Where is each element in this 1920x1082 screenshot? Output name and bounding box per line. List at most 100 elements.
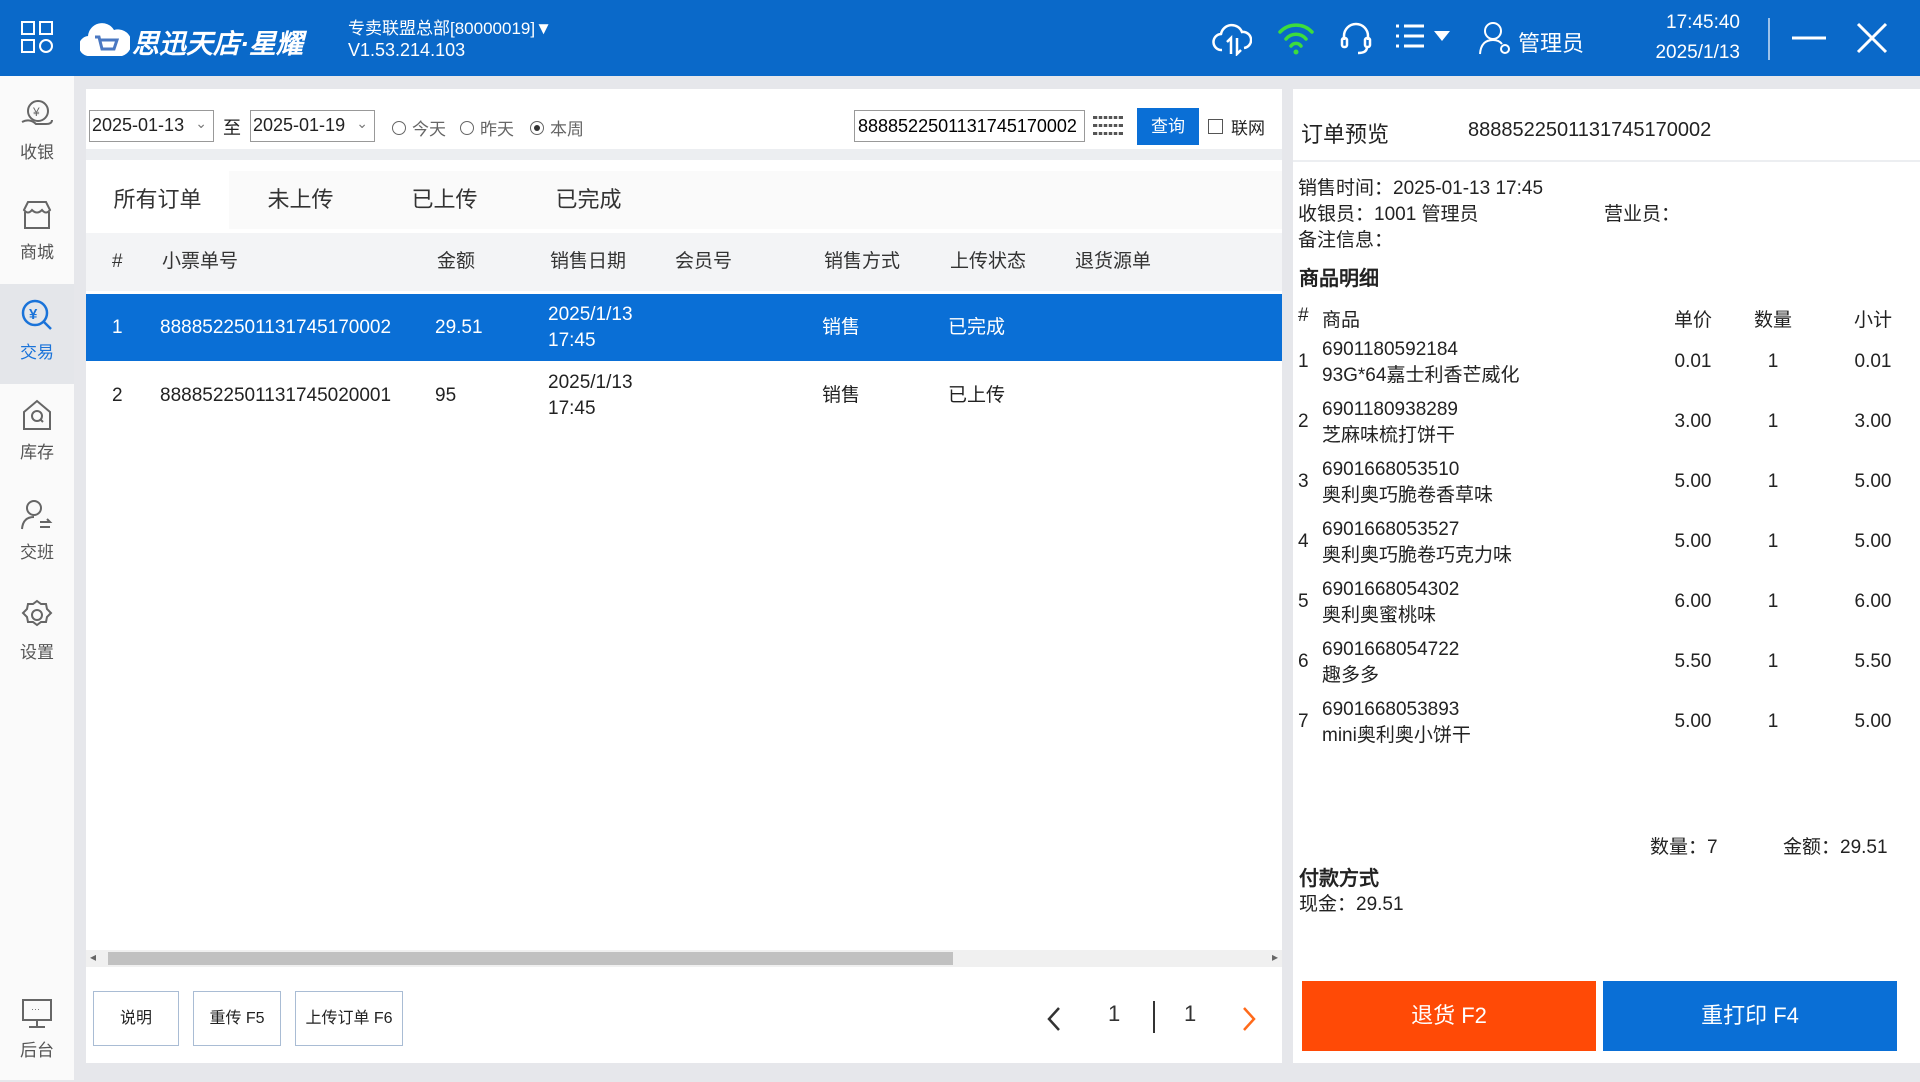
sidebar: ¥ 收银 商城 ¥ 交易 库存 交班 设置 ··· 后台: [0, 76, 74, 1080]
sidebar-item-label: 交班: [20, 543, 54, 562]
next-page-icon[interactable]: [1239, 1005, 1259, 1033]
item-qty: 1: [1767, 591, 1779, 612]
sidebar-item-shop[interactable]: 商城: [0, 184, 74, 284]
item-price: 5.00: [1674, 711, 1712, 732]
tab-all-orders[interactable]: 所有订单: [86, 171, 229, 229]
headset-icon[interactable]: [1338, 20, 1374, 56]
item-info: 6901180592184 93G*64嘉士利香芒威化: [1322, 337, 1519, 389]
reupload-button[interactable]: 重传 F5: [193, 991, 281, 1046]
radio-yesterday[interactable]: 昨天: [460, 115, 514, 140]
table-row[interactable]: 2 8888522501131745020001 95 2025/1/13 17:…: [86, 362, 1282, 429]
scroll-left-icon[interactable]: ◂: [90, 950, 96, 964]
item-name: 奥利奥巧脆卷巧克力味: [1322, 545, 1513, 566]
item-barcode: 6901180938289: [1322, 399, 1458, 420]
shop-icon: [22, 201, 52, 229]
tab-uploaded[interactable]: 已上传: [373, 171, 516, 229]
radio-today[interactable]: 今天: [392, 115, 446, 140]
item-qty: 1: [1767, 711, 1779, 732]
preview-order-number: 8888522501131745170002: [1468, 119, 1712, 141]
total-pages: 1: [1184, 1001, 1197, 1026]
amount: 95: [435, 385, 457, 406]
radio-label: 昨天: [480, 120, 514, 139]
reprint-button[interactable]: 重打印 F4: [1603, 981, 1897, 1051]
table-header: # 小票单号 金额 销售日期 会员号 销售方式 上传状态 退货源单: [86, 233, 1282, 291]
notes: 备注信息：: [1298, 230, 1394, 251]
item-subtotal: 3.00: [1854, 411, 1892, 432]
column-header: 单价: [1673, 310, 1712, 331]
ticket-search-input[interactable]: [854, 110, 1085, 142]
menu-dropdown-icon[interactable]: [1394, 22, 1456, 52]
query-button[interactable]: 查询: [1137, 108, 1199, 145]
user-name[interactable]: 管理员: [1518, 26, 1584, 58]
item-info: 6901668054302 奥利奥蜜桃味: [1322, 577, 1459, 629]
item-price: 0.01: [1674, 351, 1712, 372]
filter-bar: 2025-01-13 ⌄ 至 2025-01-19 ⌄ 今天 昨天 本周 查询 联网: [86, 89, 1282, 160]
ticket-number: 8888522501131745170002: [160, 317, 392, 338]
item-name: mini奥利奥小饼干: [1322, 725, 1471, 746]
date: 2025/1/13: [548, 372, 633, 393]
sidebar-item-inventory[interactable]: 库存: [0, 384, 74, 484]
keyboard-icon[interactable]: [1091, 113, 1125, 139]
column-header[interactable]: 销售方式: [824, 233, 900, 291]
radio-this-week[interactable]: 本周: [530, 115, 584, 140]
radio-label: 今天: [412, 120, 446, 139]
tab-completed[interactable]: 已完成: [517, 171, 660, 229]
payment-title: 付款方式: [1299, 868, 1379, 890]
radio-label: 本周: [550, 120, 584, 139]
order-tabs: 所有订单 未上传 已上传 已完成: [86, 171, 1282, 229]
product-row: 5 6901668054302 奥利奥蜜桃味 6.00 1 6.00: [1293, 573, 1920, 633]
apps-grid-icon[interactable]: [20, 20, 54, 54]
sidebar-item-cashier[interactable]: ¥ 收银: [0, 84, 74, 184]
item-info: 6901668053893 mini奥利奥小饼干: [1322, 697, 1471, 749]
cloud-sync-icon[interactable]: [1212, 20, 1252, 56]
column-header[interactable]: 小票单号: [162, 233, 238, 291]
sidebar-item-transaction[interactable]: ¥ 交易: [0, 284, 74, 384]
horizontal-scrollbar[interactable]: ◂ ▸: [86, 950, 1282, 967]
column-header[interactable]: 销售日期: [550, 233, 626, 291]
sidebar-item-label: 设置: [20, 643, 54, 662]
amount: 29.51: [435, 317, 483, 338]
return-button[interactable]: 退货 F2: [1302, 981, 1596, 1051]
product-row: 3 6901668053510 奥利奥巧脆卷香草味 5.00 1 5.00: [1293, 453, 1920, 513]
product-row: 2 6901180938289 芝麻味梳打饼干 3.00 1 3.00: [1293, 393, 1920, 453]
table-row[interactable]: 1 8888522501131745170002 29.51 2025/1/13…: [86, 294, 1282, 361]
column-header[interactable]: 退货源单: [1075, 233, 1151, 291]
to-label: 至: [223, 118, 241, 138]
user-admin-icon[interactable]: [1478, 20, 1514, 56]
store-selector[interactable]: 专卖联盟总部[80000019]▼: [348, 14, 552, 39]
item-name: 奥利奥巧脆卷香草味: [1322, 485, 1494, 506]
sidebar-item-label: 交易: [20, 343, 54, 362]
item-subtotal: 5.00: [1854, 471, 1892, 492]
sidebar-item-shift[interactable]: 交班: [0, 484, 74, 584]
tab-not-uploaded[interactable]: 未上传: [229, 171, 372, 229]
item-subtotal: 5.50: [1854, 651, 1892, 672]
upload-order-button[interactable]: 上传订单 F6: [295, 991, 403, 1046]
minimize-icon[interactable]: [1792, 26, 1826, 50]
cashier: 收银员：1001 管理员: [1298, 204, 1479, 225]
title-bar: 思迅天店·星耀 专卖联盟总部[80000019]▼ V1.53.214.103 …: [0, 0, 1920, 76]
transaction-icon: ¥: [21, 299, 52, 330]
end-date-picker[interactable]: 2025-01-19 ⌄: [250, 110, 375, 142]
help-button[interactable]: 说明: [93, 991, 179, 1046]
product-row: 6 6901668054722 趣多多 5.50 1 5.50: [1293, 633, 1920, 693]
item-subtotal: 6.00: [1854, 591, 1892, 612]
scroll-right-icon[interactable]: ▸: [1272, 950, 1278, 964]
item-qty: 1: [1767, 531, 1779, 552]
close-icon[interactable]: [1856, 22, 1888, 54]
item-info: 6901668053527 奥利奥巧脆卷巧克力味: [1322, 517, 1512, 569]
column-header[interactable]: 会员号: [675, 233, 732, 291]
sidebar-item-backend[interactable]: ··· 后台: [0, 982, 74, 1082]
item-qty: 1: [1767, 651, 1779, 672]
sidebar-item-settings[interactable]: 设置: [0, 584, 74, 684]
column-header[interactable]: 金额: [437, 233, 475, 291]
scrollbar-thumb[interactable]: [108, 952, 953, 965]
online-checkbox[interactable]: 联网: [1208, 114, 1265, 139]
start-date-picker[interactable]: 2025-01-13 ⌄: [89, 110, 214, 142]
column-header[interactable]: #: [112, 233, 123, 291]
sale-method: 销售: [822, 317, 861, 338]
product-row: 7 6901668053893 mini奥利奥小饼干 5.00 1 5.00: [1293, 693, 1920, 753]
prev-page-icon[interactable]: [1044, 1005, 1064, 1033]
radio-circle: [530, 120, 544, 135]
column-header[interactable]: 上传状态: [950, 233, 1026, 291]
column-header: 小计: [1853, 310, 1892, 331]
